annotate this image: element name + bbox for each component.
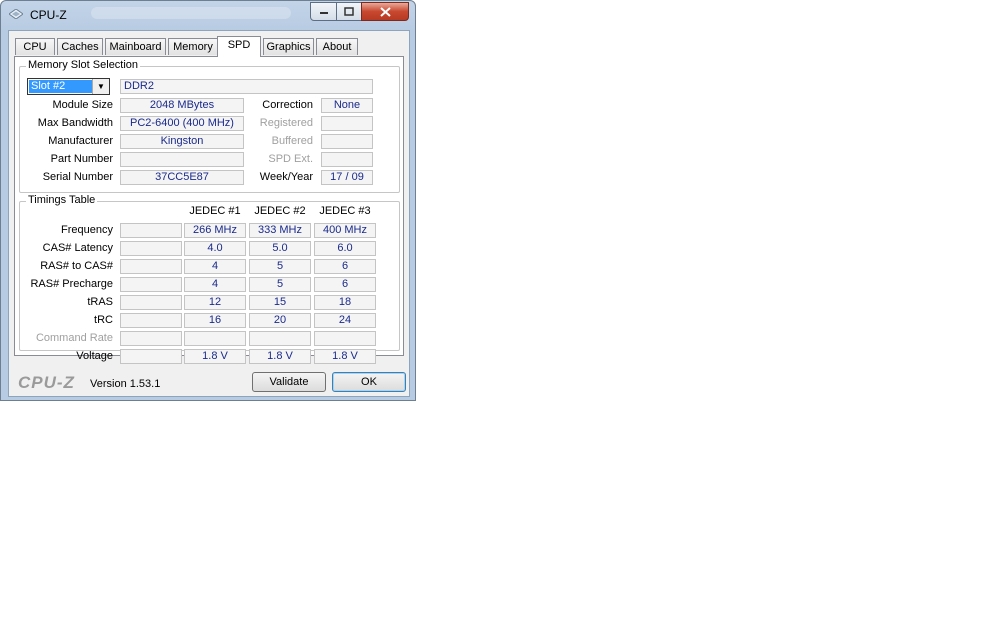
timing-cell: 5 xyxy=(249,277,311,292)
serial-number-label: Serial Number xyxy=(42,171,113,183)
spd-ext-field xyxy=(321,152,373,167)
title-bar-ghost xyxy=(91,7,291,19)
maximize-icon xyxy=(344,7,354,16)
max-bandwidth-label: Max Bandwidth xyxy=(37,117,113,129)
memory-type-field: DDR2 xyxy=(120,79,373,94)
version-label: Version 1.53.1 xyxy=(90,378,161,390)
spd-ext-label: SPD Ext. xyxy=(268,153,313,165)
buffered-field xyxy=(321,134,373,149)
timing-row-label: tRC xyxy=(94,314,113,326)
ok-button[interactable]: OK xyxy=(332,372,406,392)
tab-caches[interactable]: Caches xyxy=(57,38,103,55)
timing-blank-cell xyxy=(120,277,182,292)
serial-number-field: 37CC5E87 xyxy=(120,170,244,185)
timing-blank-cell xyxy=(120,223,182,238)
timing-cell: 6 xyxy=(314,277,376,292)
tab-spd[interactable]: SPD xyxy=(217,36,261,57)
spd-panel: Memory Slot Selection Slot #2 ▼ DDR2 Mod… xyxy=(14,56,404,364)
timing-row-label: Frequency xyxy=(61,224,113,236)
slot-select[interactable]: Slot #2 ▼ xyxy=(27,78,110,95)
timing-column-header: JEDEC #3 xyxy=(319,205,371,217)
timing-cell xyxy=(314,331,376,346)
cpuz-app-icon xyxy=(9,9,23,19)
timing-column-header: JEDEC #1 xyxy=(189,205,241,217)
close-button[interactable] xyxy=(361,2,409,21)
window-title: CPU-Z xyxy=(30,8,67,22)
close-icon xyxy=(379,6,391,17)
timing-cell: 1.8 V xyxy=(314,349,376,364)
part-number-field xyxy=(120,152,244,167)
timing-blank-cell xyxy=(120,313,182,328)
minimize-button[interactable] xyxy=(310,2,337,21)
tab-cpu[interactable]: CPU xyxy=(15,38,55,55)
timing-cell: 4.0 xyxy=(184,241,246,256)
slot-select-value: Slot #2 xyxy=(29,80,93,93)
cpuz-logo: CPU-Z xyxy=(18,373,75,392)
manufacturer-field: Kingston xyxy=(120,134,244,149)
tab-graphics[interactable]: Graphics xyxy=(263,38,314,55)
max-bandwidth-field: PC2-6400 (400 MHz) xyxy=(120,116,244,131)
validate-button[interactable]: Validate xyxy=(252,372,326,392)
timing-row-label: RAS# to CAS# xyxy=(40,260,113,272)
chevron-down-icon[interactable]: ▼ xyxy=(92,79,109,94)
timing-cell: 24 xyxy=(314,313,376,328)
timing-cell: 16 xyxy=(184,313,246,328)
timing-cell xyxy=(184,331,246,346)
timing-cell: 5 xyxy=(249,259,311,274)
tab-memory[interactable]: Memory xyxy=(168,38,218,55)
correction-field: None xyxy=(321,98,373,113)
timing-blank-cell xyxy=(120,259,182,274)
timing-cell: 5.0 xyxy=(249,241,311,256)
timing-column-header: JEDEC #2 xyxy=(254,205,306,217)
timing-cell: 18 xyxy=(314,295,376,310)
module-size-field: 2048 MBytes xyxy=(120,98,244,113)
timing-cell xyxy=(249,331,311,346)
timing-cell: 15 xyxy=(249,295,311,310)
timing-cell: 266 MHz xyxy=(184,223,246,238)
tab-mainboard[interactable]: Mainboard xyxy=(105,38,166,55)
timing-cell: 4 xyxy=(184,259,246,274)
timing-cell: 1.8 V xyxy=(249,349,311,364)
correction-label: Correction xyxy=(262,99,313,111)
buffered-label: Buffered xyxy=(271,135,313,147)
maximize-button[interactable] xyxy=(336,2,362,21)
manufacturer-label: Manufacturer xyxy=(48,135,113,147)
week-year-label: Week/Year xyxy=(259,171,313,183)
registered-field xyxy=(321,116,373,131)
timing-row-label: Command Rate xyxy=(35,332,113,344)
timing-row-label: tRAS xyxy=(87,296,113,308)
timing-cell: 4 xyxy=(184,277,246,292)
cpuz-window: CPU-Z CPU Caches Mainboard Memory SPD Gr… xyxy=(0,0,416,401)
timing-row-label: RAS# Precharge xyxy=(30,278,113,290)
client-area: CPU Caches Mainboard Memory SPD Graphics… xyxy=(8,30,410,397)
title-bar[interactable]: CPU-Z xyxy=(1,1,415,27)
timing-cell: 6 xyxy=(314,259,376,274)
part-number-label: Part Number xyxy=(50,153,113,165)
minimize-icon xyxy=(319,11,328,14)
timing-cell: 400 MHz xyxy=(314,223,376,238)
timing-blank-cell xyxy=(120,241,182,256)
timing-blank-cell xyxy=(120,295,182,310)
timing-blank-cell xyxy=(120,349,182,364)
timing-cell: 1.8 V xyxy=(184,349,246,364)
week-year-field: 17 / 09 xyxy=(321,170,373,185)
timing-blank-cell xyxy=(120,331,182,346)
timings-group-title: Timings Table xyxy=(26,194,98,206)
timing-cell: 20 xyxy=(249,313,311,328)
timing-cell: 6.0 xyxy=(314,241,376,256)
timing-row-label: Voltage xyxy=(76,350,113,362)
timing-cell: 12 xyxy=(184,295,246,310)
module-size-label: Module Size xyxy=(52,99,113,111)
timing-row-label: CAS# Latency xyxy=(42,242,113,254)
tab-about[interactable]: About xyxy=(316,38,358,55)
memory-slot-group-title: Memory Slot Selection xyxy=(26,59,141,71)
registered-label: Registered xyxy=(259,117,313,129)
timing-cell: 333 MHz xyxy=(249,223,311,238)
